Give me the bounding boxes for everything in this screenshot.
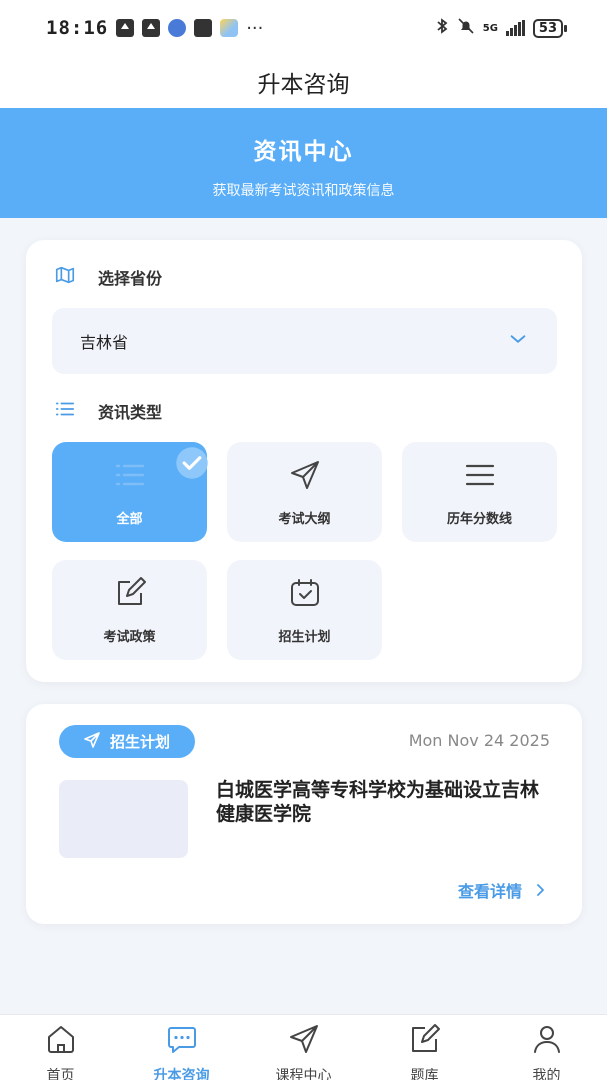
edit-icon bbox=[409, 1015, 441, 1059]
nav-bar: 升本咨询 bbox=[0, 56, 607, 108]
type-exam-outline[interactable]: 考试大纲 bbox=[227, 442, 382, 542]
view-details-link[interactable]: 查看详情 bbox=[458, 878, 546, 902]
tab-courses[interactable]: 课程中心 bbox=[243, 1015, 364, 1080]
tab-consult[interactable]: 升本咨询 bbox=[121, 1015, 242, 1080]
banner-title: 资讯中心 bbox=[253, 139, 354, 165]
province-value: 吉林省 bbox=[80, 333, 129, 352]
province-select[interactable]: 吉林省 bbox=[52, 308, 557, 374]
type-grid: 全部 考试大纲 历年分数线 考试政策 招生计划 bbox=[52, 442, 557, 662]
tab-consult-label: 升本咨询 bbox=[153, 1068, 210, 1080]
view-details-label: 查看详情 bbox=[457, 882, 522, 901]
info-center-banner: 资讯中心 获取最新考试资讯和政策信息 bbox=[0, 108, 607, 218]
status-time: 18:16 bbox=[46, 17, 109, 39]
type-exam-policy-label: 考试政策 bbox=[103, 629, 156, 645]
type-past-scores-label: 历年分数线 bbox=[446, 511, 512, 527]
status-right: 5G 53 bbox=[435, 17, 568, 39]
news-date: Mon Nov 24 2025 bbox=[408, 731, 550, 750]
bottom-tab-bar: 首页 升本咨询 课程中心 题库 我的 bbox=[0, 1014, 607, 1080]
send-icon bbox=[288, 458, 322, 496]
battery-indicator: 53 bbox=[532, 18, 568, 38]
upload-notification-icon-2 bbox=[142, 19, 161, 37]
type-section-header: 资讯类型 bbox=[54, 398, 162, 424]
signal-icon bbox=[505, 20, 525, 36]
type-label: 资讯类型 bbox=[98, 403, 163, 422]
menu-icon bbox=[463, 458, 497, 496]
more-notifications-icon: ··· bbox=[246, 17, 264, 39]
news-title[interactable]: 白城医学高等专科学校为基础设立吉林健康医学院 bbox=[216, 778, 546, 826]
tab-profile-label: 我的 bbox=[532, 1068, 561, 1080]
province-label: 选择省份 bbox=[98, 269, 163, 288]
chat-icon bbox=[166, 1015, 198, 1059]
type-past-scores[interactable]: 历年分数线 bbox=[402, 442, 557, 542]
chevron-down-icon bbox=[507, 328, 529, 354]
tab-question-bank-label: 题库 bbox=[410, 1068, 439, 1080]
chevron-right-icon bbox=[534, 881, 546, 900]
weather-icon bbox=[220, 19, 239, 37]
tab-profile[interactable]: 我的 bbox=[486, 1015, 607, 1080]
type-enrollment-plan[interactable]: 招生计划 bbox=[227, 560, 382, 660]
status-left: 18:16 ··· bbox=[46, 17, 263, 39]
bluetooth-icon bbox=[435, 17, 449, 39]
home-icon bbox=[45, 1015, 77, 1059]
type-all-label: 全部 bbox=[116, 511, 143, 527]
map-icon bbox=[54, 264, 76, 290]
news-card[interactable]: 招生计划 Mon Nov 24 2025 白城医学高等专科学校为基础设立吉林健康… bbox=[26, 704, 582, 924]
type-enrollment-plan-label: 招生计划 bbox=[278, 629, 331, 645]
banner-subtitle: 获取最新考试资讯和政策信息 bbox=[212, 183, 395, 199]
send-icon bbox=[84, 731, 100, 752]
upload-notification-icon bbox=[116, 19, 135, 37]
alert-notification-icon bbox=[194, 19, 213, 37]
tab-home[interactable]: 首页 bbox=[0, 1015, 121, 1080]
app-notification-icon bbox=[168, 19, 187, 37]
province-section-header: 选择省份 bbox=[54, 264, 162, 290]
list-icon bbox=[113, 458, 147, 496]
calendar-check-icon bbox=[288, 576, 322, 614]
type-exam-outline-label: 考试大纲 bbox=[278, 511, 331, 527]
list-icon bbox=[54, 398, 76, 424]
type-all[interactable]: 全部 bbox=[52, 442, 208, 542]
tab-home-label: 首页 bbox=[46, 1068, 75, 1080]
news-tag-label: 招生计划 bbox=[109, 733, 170, 751]
news-tag: 招生计划 bbox=[59, 725, 195, 758]
mute-bell-icon bbox=[457, 17, 475, 39]
type-exam-policy[interactable]: 考试政策 bbox=[52, 560, 207, 660]
check-icon bbox=[175, 446, 208, 479]
page-title: 升本咨询 bbox=[257, 72, 350, 98]
filter-card: 选择省份 吉林省 资讯类型 全部 考试大纲 历年分数线 考试政策 招生计划 bbox=[26, 240, 582, 682]
network-type: 5G bbox=[482, 22, 498, 34]
edit-icon bbox=[113, 576, 147, 614]
news-thumbnail bbox=[59, 780, 188, 858]
send-icon bbox=[288, 1015, 320, 1059]
tab-courses-label: 课程中心 bbox=[275, 1068, 332, 1080]
user-icon bbox=[531, 1015, 563, 1059]
tab-question-bank[interactable]: 题库 bbox=[364, 1015, 485, 1080]
status-bar: 18:16 ··· 5G 53 bbox=[0, 0, 607, 56]
